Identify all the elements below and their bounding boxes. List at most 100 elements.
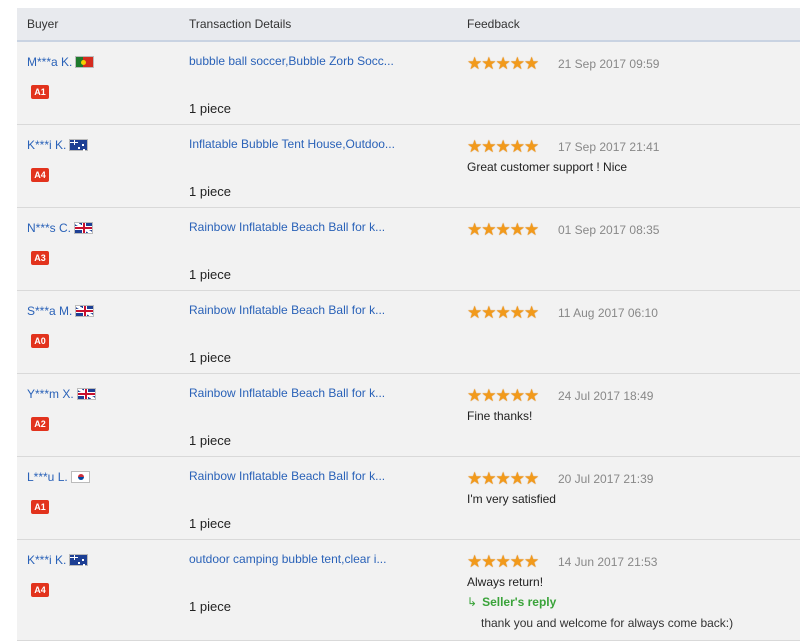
star-icon: ★	[509, 303, 525, 322]
rating-stars: ★★★★★	[467, 220, 539, 239]
buyer-name-text[interactable]: M***a K.	[27, 55, 72, 69]
quantity: 1 piece	[189, 433, 231, 448]
buyer-name-text[interactable]: Y***m X.	[27, 387, 74, 401]
feedback-date: 20 Jul 2017 21:39	[558, 472, 654, 486]
feedback-comment: Fine thanks!	[467, 409, 533, 423]
star-icon: ★	[509, 54, 525, 73]
product-link[interactable]: outdoor camping bubble tent,clear i...	[189, 552, 386, 566]
star-icon: ★	[495, 220, 511, 239]
country-flag-icon	[70, 471, 90, 483]
seller-reply-title: ↳ Seller's reply	[467, 595, 556, 609]
feedback-rows: M***a K. A1 bubble ball soccer,Bubble Zor…	[17, 42, 800, 641]
star-icon: ★	[495, 386, 511, 405]
star-icon: ★	[495, 469, 511, 488]
product-link[interactable]: Inflatable Bubble Tent House,Outdoo...	[189, 137, 395, 151]
feedback-date: 21 Sep 2017 09:59	[558, 57, 660, 71]
buyer-name[interactable]: M***a K.	[27, 55, 95, 69]
table-header: Buyer Transaction Details Feedback	[17, 8, 800, 42]
product-link[interactable]: bubble ball soccer,Bubble Zorb Socc...	[189, 54, 394, 68]
star-icon: ★	[524, 386, 539, 405]
star-icon: ★	[509, 386, 525, 405]
quantity: 1 piece	[189, 516, 231, 531]
buyer-name-text[interactable]: L***u L.	[27, 470, 68, 484]
buyer-name-text[interactable]: K***i K.	[27, 553, 66, 567]
country-flag-icon	[75, 305, 95, 317]
star-icon: ★	[467, 137, 482, 156]
buyer-level-badge: A4	[31, 168, 49, 182]
feedback-date: 14 Jun 2017 21:53	[558, 555, 658, 569]
rating-stars: ★★★★★	[467, 386, 539, 405]
star-icon: ★	[481, 54, 496, 73]
star-icon: ★	[481, 386, 496, 405]
seller-reply-label: Seller's reply	[482, 595, 557, 609]
feedback-date: 11 Aug 2017 06:10	[558, 306, 658, 320]
star-icon: ★	[509, 137, 525, 156]
country-flag-icon	[69, 139, 89, 151]
reply-arrow-icon: ↳	[467, 595, 478, 609]
header-transaction-details: Transaction Details	[189, 17, 292, 31]
product-link[interactable]: Rainbow Inflatable Beach Ball for k...	[189, 303, 385, 317]
buyer-level-badge: A4	[31, 583, 49, 597]
buyer-name-text[interactable]: K***i K.	[27, 138, 66, 152]
star-icon: ★	[495, 552, 511, 571]
rating-stars: ★★★★★	[467, 469, 539, 488]
header-buyer: Buyer	[27, 17, 59, 31]
product-link[interactable]: Rainbow Inflatable Beach Ball for k...	[189, 220, 385, 234]
table-row: N***s C. A3 Rainbow Inflatable Beach Ball…	[17, 208, 800, 291]
star-icon: ★	[524, 54, 539, 73]
table-row: L***u L. A1 Rainbow Inflatable Beach Ball…	[17, 457, 800, 540]
buyer-level-badge: A0	[31, 334, 49, 348]
star-icon: ★	[509, 469, 525, 488]
star-icon: ★	[467, 552, 482, 571]
star-icon: ★	[467, 54, 482, 73]
star-icon: ★	[524, 137, 539, 156]
feedback-date: 24 Jul 2017 18:49	[558, 389, 654, 403]
quantity: 1 piece	[189, 599, 231, 614]
table-row: Y***m X. A2 Rainbow Inflatable Beach Ball…	[17, 374, 800, 457]
buyer-name[interactable]: S***a M.	[27, 304, 95, 318]
rating-stars: ★★★★★	[467, 54, 539, 73]
buyer-name[interactable]: Y***m X.	[27, 387, 96, 401]
buyer-level-badge: A1	[31, 85, 49, 99]
star-icon: ★	[481, 552, 496, 571]
rating-stars: ★★★★★	[467, 552, 539, 571]
table-row: K***i K. A4 Inflatable Bubble Tent House,…	[17, 125, 800, 208]
feedback-date: 01 Sep 2017 08:35	[558, 223, 660, 237]
buyer-name[interactable]: K***i K.	[27, 138, 89, 152]
star-icon: ★	[481, 220, 496, 239]
buyer-name-text[interactable]: S***a M.	[27, 304, 72, 318]
buyer-name[interactable]: K***i K.	[27, 553, 89, 567]
header-feedback: Feedback	[467, 17, 520, 31]
buyer-level-badge: A3	[31, 251, 49, 265]
quantity: 1 piece	[189, 350, 231, 365]
quantity: 1 piece	[189, 267, 231, 282]
feedback-comment: Great customer support ! Nice	[467, 160, 628, 174]
buyer-name[interactable]: L***u L.	[27, 470, 90, 484]
star-icon: ★	[524, 469, 539, 488]
quantity: 1 piece	[189, 184, 231, 199]
country-flag-icon	[75, 56, 95, 68]
feedback-date: 17 Sep 2017 21:41	[558, 140, 660, 154]
feedback-table: Buyer Transaction Details Feedback M***a…	[17, 8, 800, 641]
country-flag-icon	[69, 554, 89, 566]
star-icon: ★	[495, 54, 511, 73]
product-link[interactable]: Rainbow Inflatable Beach Ball for k...	[189, 386, 385, 400]
buyer-name-text[interactable]: N***s C.	[27, 221, 71, 235]
quantity: 1 piece	[189, 101, 231, 116]
rating-stars: ★★★★★	[467, 303, 539, 322]
star-icon: ★	[509, 220, 525, 239]
table-row: K***i K. A4 outdoor camping bubble tent,c…	[17, 540, 800, 641]
star-icon: ★	[481, 303, 496, 322]
star-icon: ★	[467, 469, 482, 488]
buyer-name[interactable]: N***s C.	[27, 221, 94, 235]
star-icon: ★	[495, 303, 511, 322]
product-link[interactable]: Rainbow Inflatable Beach Ball for k...	[189, 469, 385, 483]
star-icon: ★	[524, 552, 539, 571]
buyer-level-badge: A1	[31, 500, 49, 514]
seller-reply-text: thank you and welcome for always come ba…	[481, 616, 734, 630]
star-icon: ★	[481, 469, 496, 488]
star-icon: ★	[467, 386, 482, 405]
star-icon: ★	[524, 303, 539, 322]
star-icon: ★	[495, 137, 511, 156]
star-icon: ★	[467, 220, 482, 239]
